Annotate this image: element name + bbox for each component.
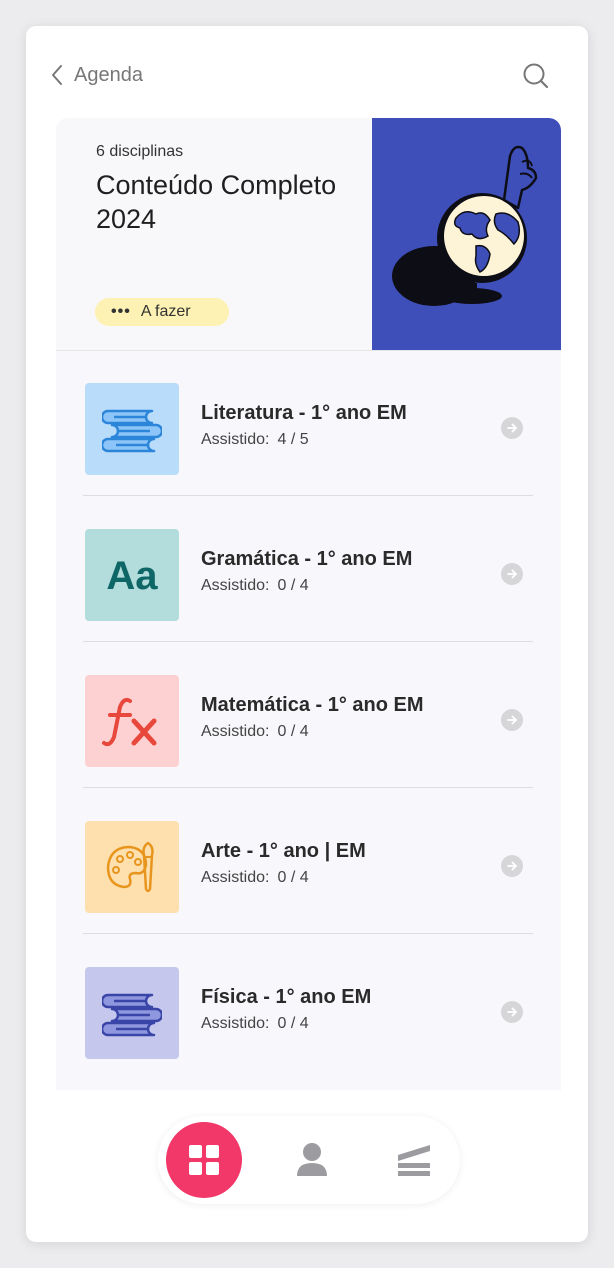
arrow-right-icon[interactable]: [501, 709, 523, 731]
arrow-right-icon[interactable]: [501, 855, 523, 877]
arrow-right-icon[interactable]: [501, 1001, 523, 1023]
arrow-right-icon[interactable]: [501, 563, 523, 585]
subject-thumbnail: [85, 821, 179, 913]
progress-label: Assistido:: [201, 1015, 270, 1032]
subject-progress: Assistido: 0 / 4: [201, 723, 309, 741]
progress-value: 0 / 4: [277, 869, 309, 886]
nav-library-button[interactable]: [376, 1122, 452, 1198]
palette-icon: [106, 841, 154, 893]
top-bar: Agenda: [26, 26, 588, 116]
back-label: Agenda: [74, 63, 143, 86]
status-badge: ••• A fazer: [95, 298, 229, 326]
subject-name: Gramática - 1° ano EM: [201, 548, 413, 570]
list-item[interactable]: Matemática - 1° ano EM Assistido: 0 / 4: [83, 642, 533, 788]
progress-label: Assistido:: [201, 431, 270, 448]
progress-value: 0 / 4: [277, 577, 309, 594]
back-button[interactable]: Agenda: [50, 60, 143, 90]
status-label: A fazer: [140, 303, 191, 320]
layers-icon: [398, 1145, 430, 1176]
list-item[interactable]: Arte - 1° ano | EM Assistido: 0 / 4: [83, 788, 533, 934]
subject-list: Literatura - 1° ano EM Assistido: 4 / 5 A…: [56, 350, 561, 1090]
progress-value: 0 / 4: [277, 1015, 309, 1032]
search-icon: [523, 63, 549, 89]
subject-name: Literatura - 1° ano EM: [201, 402, 407, 424]
app-screen: Agenda 6 disciplinas Conteúdo Completo 2…: [26, 26, 588, 1242]
course-card[interactable]: 6 disciplinas Conteúdo Completo 2024 •••…: [56, 118, 561, 350]
progress-value: 4 / 5: [277, 431, 309, 448]
subject-thumbnail: [85, 967, 179, 1059]
subject-thumbnail: [85, 383, 179, 475]
subject-progress: Assistido: 0 / 4: [201, 869, 309, 887]
subject-name: Matemática - 1° ano EM: [201, 694, 424, 716]
course-title: Conteúdo Completo 2024: [96, 170, 337, 234]
progress-label: Assistido:: [201, 723, 270, 740]
nav-profile-button[interactable]: [274, 1122, 350, 1198]
subject-name: Arte - 1° ano | EM: [201, 840, 366, 862]
discipline-count: 6 disciplinas: [96, 143, 184, 160]
progress-label: Assistido:: [201, 577, 270, 594]
function-fx-icon: [102, 697, 157, 747]
subject-name: Física - 1° ano EM: [201, 986, 372, 1008]
dots-icon: •••: [111, 303, 131, 320]
bottom-navigation: [158, 1116, 460, 1204]
subject-progress: Assistido: 4 / 5: [201, 431, 309, 449]
list-item[interactable]: Aa Gramática - 1° ano EM Assistido: 0 / 4: [83, 496, 533, 642]
subject-thumbnail: Aa: [85, 529, 179, 621]
user-icon: [297, 1143, 327, 1176]
subject-progress: Assistido: 0 / 4: [201, 1015, 309, 1033]
arrow-right-icon[interactable]: [501, 417, 523, 439]
svg-text:Aa: Aa: [106, 554, 158, 597]
progress-value: 0 / 4: [277, 723, 309, 740]
subject-thumbnail: [85, 675, 179, 767]
grid-icon: [189, 1145, 219, 1175]
list-item[interactable]: Física - 1° ano EM Assistido: 0 / 4: [83, 934, 533, 1080]
books-icon: [102, 993, 162, 1037]
nav-home-button[interactable]: [166, 1122, 242, 1198]
globe-illustration: [372, 118, 561, 350]
progress-label: Assistido:: [201, 869, 270, 886]
font-aa-icon: Aa: [106, 554, 158, 597]
search-button[interactable]: [520, 60, 552, 92]
globe-pointing-hand-icon: [392, 145, 538, 306]
chevron-left-icon: [52, 65, 62, 85]
list-item[interactable]: Literatura - 1° ano EM Assistido: 4 / 5: [83, 350, 533, 496]
books-icon: [102, 409, 162, 453]
subject-progress: Assistido: 0 / 4: [201, 577, 309, 595]
